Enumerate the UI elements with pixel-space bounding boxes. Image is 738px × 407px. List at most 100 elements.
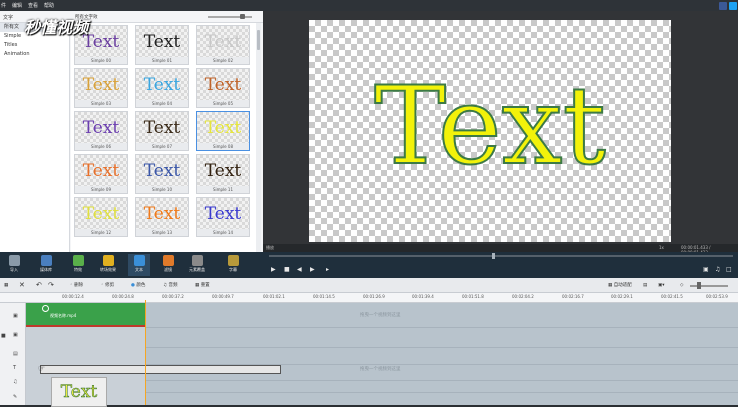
snapshot-icon[interactable]: ▣ — [703, 266, 709, 273]
preview-text[interactable]: Text — [309, 62, 671, 192]
redo-icon[interactable]: ↷ — [48, 281, 54, 290]
tile-caption: Simple 09 — [75, 186, 127, 193]
menu-view[interactable]: 查看 — [28, 2, 38, 9]
thumb-size-slider[interactable] — [208, 16, 252, 18]
stop-icon[interactable]: ■ — [284, 266, 290, 273]
tick-label: 00:02:04.2 — [512, 294, 534, 299]
tile-sample-text: Text — [82, 204, 120, 224]
text-style-tile[interactable]: Text Simple 14 — [196, 197, 250, 237]
timeline-zoom-handle[interactable] — [697, 282, 701, 289]
fit-button[interactable]: ▦ 自动适配 — [608, 281, 632, 290]
tick-label: 00:02:41.5 — [661, 294, 683, 299]
tick-label: 00:01:26.9 — [363, 294, 385, 299]
track-height-icon[interactable]: ▤ — [643, 281, 647, 290]
text-style-tile[interactable]: Text Simple 09 — [74, 154, 128, 194]
text-style-tile[interactable]: Text Simple 01 — [135, 25, 189, 65]
preview-zoom[interactable]: 1x — [659, 245, 664, 250]
voice-track-icon[interactable]: ✎ — [13, 394, 17, 400]
menu-help[interactable]: 帮助 — [44, 2, 54, 9]
loop-icon[interactable]: ▸ — [326, 266, 329, 273]
playhead[interactable] — [145, 300, 146, 405]
text-style-tile[interactable]: Text Simple 02 — [196, 25, 250, 65]
tile-caption: Simple 01 — [136, 57, 188, 64]
twitter-icon[interactable] — [729, 2, 737, 10]
play-icon[interactable]: ▶ — [271, 266, 276, 273]
text-clip-drop-target[interactable] — [40, 365, 281, 374]
filter-icon — [162, 255, 174, 266]
prev-frame-icon[interactable]: ◀ — [297, 266, 302, 273]
track-headers: ▣ ■ ▣ ▤ T ♫ ✎ — [0, 303, 26, 405]
preview-label: 播放 — [266, 245, 274, 250]
text-style-tile[interactable]: Text Simple 04 — [135, 68, 189, 108]
seek-handle[interactable] — [492, 253, 495, 259]
pip-track-icon[interactable]: ▤ — [13, 351, 18, 357]
text-style-tile[interactable]: Text Simple 08 — [196, 111, 250, 151]
text-track-icon[interactable]: T — [13, 365, 16, 371]
tile-sample-text: Text — [143, 118, 181, 138]
view-menu-icon[interactable]: ▣▾ — [658, 281, 665, 290]
clip-name: 视频名称.mp4 — [50, 313, 77, 318]
media-library-button[interactable]: 媒体库 — [35, 254, 57, 276]
video-track-icon[interactable]: ▣ — [13, 313, 18, 319]
tree-item-animation[interactable]: Animation — [0, 50, 69, 59]
text-style-tile[interactable]: Text Simple 13 — [135, 197, 189, 237]
text-style-tile[interactable]: Text Simple 06 — [74, 111, 128, 151]
color-button[interactable]: ● 颜色 — [131, 281, 145, 290]
text-style-tile[interactable]: Text Simple 07 — [135, 111, 189, 151]
grid-scrollbar-thumb[interactable] — [257, 30, 260, 50]
text-style-tile[interactable]: Text Simple 05 — [196, 68, 250, 108]
text-style-tile[interactable]: Text Simple 10 — [135, 154, 189, 194]
dragged-text: Text — [60, 382, 98, 403]
zoom-out-icon[interactable]: ◇ — [680, 281, 683, 290]
lock-icon[interactable]: ■ — [1, 333, 6, 339]
text-style-tile[interactable]: Text Simple 12 — [74, 197, 128, 237]
grid-scrollbar[interactable] — [256, 23, 261, 252]
tick-label: 00:01:14.5 — [313, 294, 335, 299]
next-frame-icon[interactable]: ▶ — [310, 266, 315, 273]
transitions-button[interactable]: 转场效果 — [97, 254, 119, 276]
menu-edit[interactable]: 编辑 — [12, 2, 22, 9]
tick-label: 00:00:37.2 — [162, 294, 184, 299]
tile-caption: Simple 05 — [197, 100, 249, 107]
effects-button[interactable]: 特效 — [67, 254, 89, 276]
trim-button[interactable]: ◦ 修剪 — [101, 281, 114, 290]
clip-icon — [42, 305, 49, 312]
reset-button[interactable]: ▦ 重置 — [195, 281, 210, 290]
snap-icon[interactable]: ▦ — [4, 281, 8, 290]
menu-bar: 件 编辑 查看 帮助 — [0, 0, 738, 11]
tile-sample-text: Text — [204, 118, 242, 138]
audio-button[interactable]: ♫ 音频 — [163, 281, 177, 290]
overlay-icon — [191, 255, 203, 266]
cut-button[interactable]: ◦ 删除 — [70, 281, 83, 290]
tree-item-titles[interactable]: Titles — [0, 41, 69, 50]
timeline-zoom-slider[interactable] — [690, 285, 728, 287]
filters-button[interactable]: 滤镜 — [157, 254, 179, 276]
timeline-ruler[interactable]: 00:00:12.4 00:00:24.8 00:00:37.2 00:00:4… — [0, 293, 738, 303]
delete-icon[interactable]: ✕ — [19, 281, 25, 290]
tick-label: 00:00:49.7 — [212, 294, 234, 299]
overlay-button[interactable]: 元素覆盖 — [186, 254, 208, 276]
import-button[interactable]: 导入 — [3, 254, 25, 276]
seek-bar[interactable] — [269, 255, 733, 257]
music-track-icon[interactable]: ♫ — [13, 379, 17, 385]
slider-handle[interactable] — [240, 14, 245, 19]
text-style-tile[interactable]: Text Simple 11 — [196, 154, 250, 194]
tick-label: 00:02:16.7 — [562, 294, 584, 299]
drop-hint: 拖曳一个视频到这里 — [360, 367, 401, 372]
fullscreen-icon[interactable]: □ — [726, 266, 732, 273]
facebook-icon[interactable] — [719, 2, 727, 10]
text-button[interactable]: 文本 — [128, 254, 150, 276]
volume-icon[interactable]: ♫ — [715, 266, 720, 273]
tile-caption: Simple 06 — [75, 143, 127, 150]
overlay-track-icon[interactable]: ▣ — [13, 332, 18, 338]
tile-caption: Simple 11 — [197, 186, 249, 193]
tile-sample-text: Text — [143, 204, 181, 224]
undo-icon[interactable]: ↶ — [36, 281, 42, 290]
menu-file[interactable]: 件 — [1, 2, 6, 9]
subtitle-button[interactable]: 字幕 — [222, 254, 244, 276]
text-icon — [133, 255, 145, 266]
drop-hint: 拖曳一个视频到这里 — [360, 313, 401, 318]
color-icon: ● — [131, 283, 135, 288]
text-style-tile[interactable]: Text Simple 03 — [74, 68, 128, 108]
panel-title: 文字 — [3, 15, 14, 21]
